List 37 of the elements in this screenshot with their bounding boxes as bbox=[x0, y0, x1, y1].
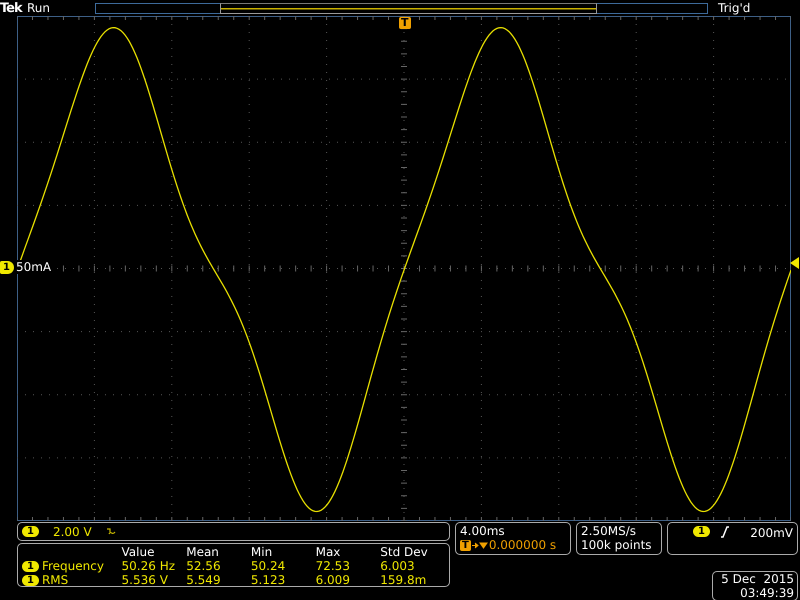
date: 5 Dec 2015 bbox=[721, 572, 794, 586]
trigger-level-icon bbox=[790, 257, 800, 269]
channel-badge: 1 bbox=[693, 526, 710, 537]
time-scale: 4.00ms bbox=[460, 524, 506, 538]
measurement-value: 5.549 bbox=[186, 573, 222, 587]
column-header: Min bbox=[250, 545, 274, 559]
measurement-value: 5.536 V bbox=[122, 573, 169, 587]
column-header: Std Dev bbox=[380, 545, 429, 559]
measurement-name: Frequency bbox=[42, 559, 104, 573]
channel-badge: 1 bbox=[22, 526, 39, 537]
measurement-value: 6.009 bbox=[316, 573, 351, 587]
record-length: 100k points bbox=[581, 538, 653, 552]
measurement-name: RMS bbox=[42, 573, 68, 587]
trigger-level: 200mV bbox=[750, 526, 793, 540]
sample-rate: 2.50MS/s bbox=[581, 524, 637, 538]
column-header: Max bbox=[316, 545, 342, 559]
column-header: Mean bbox=[186, 545, 220, 559]
bandwidth-limit-icon bbox=[106, 526, 116, 536]
trigger-marker: T bbox=[399, 17, 411, 29]
brand-label: Tek bbox=[0, 0, 24, 16]
measurement-value: 52.56 bbox=[186, 559, 222, 573]
trigger-position: 0.000000 s bbox=[488, 538, 556, 552]
measurement-value: 6.003 bbox=[380, 559, 416, 573]
trigger-marker: T bbox=[460, 540, 471, 550]
offset-label: 50mA bbox=[16, 260, 52, 274]
column-header: Value bbox=[122, 545, 156, 559]
measurement-value: 72.53 bbox=[316, 559, 351, 573]
run-state: Run bbox=[27, 1, 52, 15]
measurement-value: 159.8m bbox=[380, 573, 428, 587]
measurement-value: 50.26 Hz bbox=[122, 559, 176, 573]
measurement-value: 5.123 bbox=[250, 573, 286, 587]
rising-edge-icon bbox=[720, 526, 730, 538]
measurement-value: 50.24 bbox=[250, 559, 286, 573]
arrow-icon bbox=[472, 540, 488, 550]
time: 03:49:39 bbox=[740, 586, 794, 600]
trigger-status: Trig'd bbox=[718, 1, 750, 15]
vertical-scale: 2.00 V bbox=[52, 524, 92, 538]
